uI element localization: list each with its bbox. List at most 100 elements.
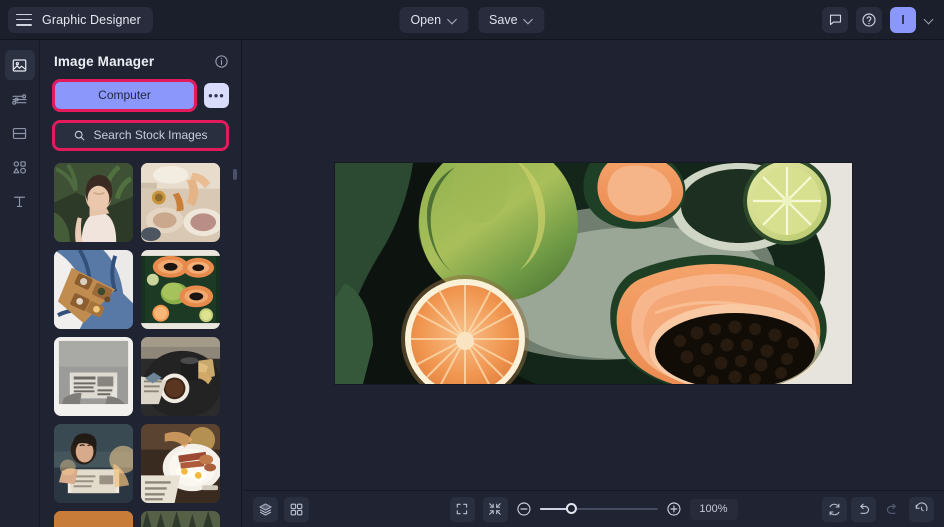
open-button[interactable]: Open bbox=[399, 6, 469, 33]
list-item[interactable] bbox=[141, 337, 220, 416]
comment-icon bbox=[829, 14, 841, 26]
shapes-icon bbox=[13, 160, 26, 174]
image-icon bbox=[12, 58, 27, 72]
history-clock-icon bbox=[915, 501, 928, 511]
top-center-actions: Open Save bbox=[399, 6, 545, 33]
sidebar-item-text[interactable] bbox=[5, 186, 35, 216]
source-row: Computer ••• bbox=[52, 79, 229, 112]
open-label: Open bbox=[410, 12, 442, 27]
computer-button-highlight: Computer bbox=[52, 79, 197, 112]
brand-menu-button[interactable]: Graphic Designer bbox=[8, 6, 153, 33]
list-item[interactable] bbox=[54, 163, 133, 242]
thumbnail-image bbox=[141, 424, 220, 503]
panel-scrollbar[interactable] bbox=[233, 169, 237, 314]
thumbnail-scroll-area[interactable] bbox=[40, 163, 241, 527]
avatar[interactable]: I bbox=[890, 6, 916, 33]
top-bar: Graphic Designer Open Save I bbox=[0, 0, 944, 40]
sidebar-item-adjustments[interactable] bbox=[5, 84, 35, 114]
help-button[interactable] bbox=[856, 6, 882, 33]
bottom-bar: 100% bbox=[243, 490, 944, 527]
search-row: Search Stock Images bbox=[52, 120, 229, 151]
thumbnail-image bbox=[54, 424, 133, 503]
layout-icon bbox=[12, 127, 27, 139]
panel-info-button[interactable] bbox=[214, 54, 229, 69]
shrink-to-fit-icon bbox=[489, 503, 501, 515]
reset-rotate-icon bbox=[829, 503, 840, 515]
sidebar-item-layout[interactable] bbox=[5, 118, 35, 148]
list-item[interactable] bbox=[54, 250, 133, 329]
list-item[interactable] bbox=[141, 424, 220, 503]
left-rail bbox=[0, 40, 40, 527]
zoom-out-button[interactable] bbox=[515, 501, 531, 517]
top-right-actions: I bbox=[822, 6, 944, 33]
comment-button[interactable] bbox=[822, 6, 848, 33]
account-chevron-down-icon[interactable] bbox=[924, 15, 934, 25]
redo-icon bbox=[887, 503, 896, 514]
thumbnail-image bbox=[54, 163, 133, 242]
info-circle-icon bbox=[215, 55, 228, 68]
undo-button[interactable] bbox=[851, 496, 876, 522]
thumbnail-image bbox=[141, 163, 220, 242]
image-manager-panel: Image Manager Computer ••• Search Stock … bbox=[40, 40, 242, 527]
list-item[interactable] bbox=[54, 511, 133, 527]
zoom-in-icon bbox=[666, 502, 680, 516]
list-item[interactable] bbox=[141, 163, 220, 242]
list-item[interactable] bbox=[141, 250, 220, 329]
thumbnail-image bbox=[141, 511, 220, 527]
shrink-to-fit-button[interactable] bbox=[482, 496, 508, 522]
save-label: Save bbox=[489, 12, 518, 27]
save-button[interactable]: Save bbox=[478, 6, 545, 33]
sidebar-item-shapes[interactable] bbox=[5, 152, 35, 182]
zoom-controls: 100% bbox=[449, 496, 738, 522]
list-item[interactable] bbox=[54, 424, 133, 503]
canvas-artboard[interactable] bbox=[334, 163, 852, 384]
grid-view-button[interactable] bbox=[284, 496, 309, 522]
bottom-left-tools bbox=[253, 496, 309, 522]
layers-button[interactable] bbox=[253, 496, 278, 522]
layers-icon bbox=[259, 502, 272, 515]
hamburger-icon[interactable] bbox=[16, 13, 32, 26]
computer-button[interactable]: Computer bbox=[55, 82, 194, 109]
undo-icon bbox=[860, 503, 869, 514]
search-stock-images-input[interactable]: Search Stock Images bbox=[55, 123, 226, 148]
help-circle-icon bbox=[862, 12, 876, 27]
thumbnail-image bbox=[141, 337, 220, 416]
chevron-down-icon bbox=[525, 15, 534, 24]
app-root: Graphic Designer Open Save I Image Manag… bbox=[0, 0, 944, 527]
thumbnail-image bbox=[54, 337, 133, 416]
sliders-icon bbox=[12, 93, 27, 105]
chevron-down-icon bbox=[448, 15, 457, 24]
panel-header: Image Manager bbox=[40, 40, 241, 79]
search-placeholder: Search Stock Images bbox=[93, 128, 208, 142]
thumbnail-image bbox=[141, 250, 220, 329]
avatar-initial: I bbox=[901, 12, 905, 27]
fit-screen-button[interactable] bbox=[449, 496, 475, 522]
zoom-level-value[interactable]: 100% bbox=[689, 498, 738, 520]
app-title: Graphic Designer bbox=[42, 12, 141, 27]
redo-button[interactable] bbox=[880, 497, 905, 522]
zoom-slider-handle[interactable] bbox=[565, 503, 577, 514]
zoom-slider[interactable] bbox=[539, 503, 658, 514]
zoom-in-button[interactable] bbox=[665, 501, 681, 517]
more-options-button[interactable]: ••• bbox=[204, 83, 229, 108]
thumbnail-grid bbox=[40, 163, 241, 527]
app-body: Image Manager Computer ••• Search Stock … bbox=[0, 40, 944, 527]
text-icon bbox=[13, 196, 26, 207]
thumbnail-image bbox=[54, 511, 133, 527]
history-controls bbox=[822, 496, 934, 522]
search-icon bbox=[75, 130, 85, 140]
list-item[interactable] bbox=[54, 337, 133, 416]
fit-screen-icon bbox=[456, 503, 468, 515]
grid-icon bbox=[290, 503, 303, 515]
canvas-stage[interactable] bbox=[242, 40, 944, 527]
search-field-highlight: Search Stock Images bbox=[52, 120, 229, 151]
reset-button[interactable] bbox=[822, 496, 847, 522]
list-item[interactable] bbox=[141, 511, 220, 527]
history-button[interactable] bbox=[909, 496, 934, 522]
sidebar-item-images[interactable] bbox=[4, 50, 35, 80]
panel-controls: Computer ••• Search Stock Images bbox=[40, 79, 241, 151]
zoom-out-icon bbox=[516, 502, 530, 516]
page-title: Image Manager bbox=[54, 54, 155, 69]
thumbnail-image bbox=[54, 250, 133, 329]
canvas-image bbox=[334, 163, 852, 384]
